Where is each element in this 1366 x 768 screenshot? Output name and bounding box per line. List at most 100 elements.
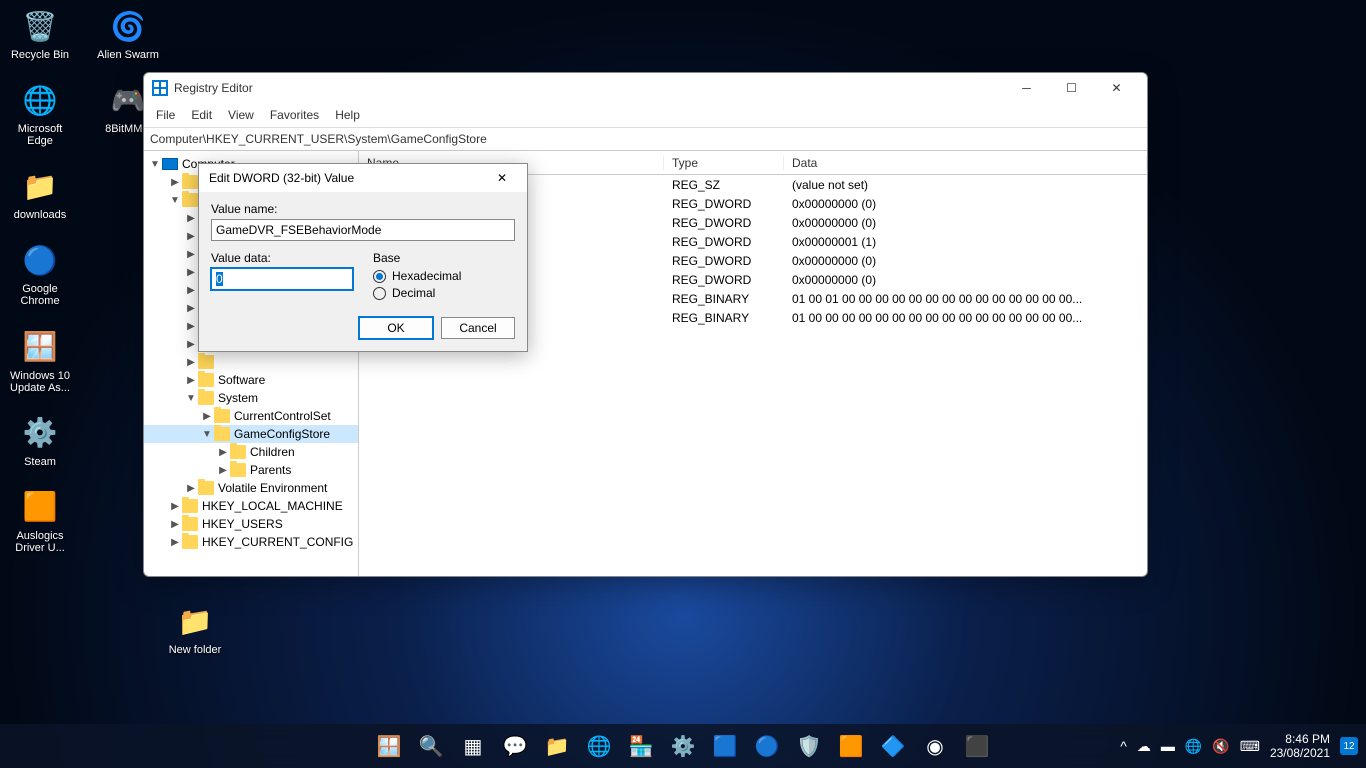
onedrive-icon[interactable]: ☁ bbox=[1137, 738, 1151, 755]
dialog-titlebar[interactable]: Edit DWORD (32-bit) Value ✕ bbox=[199, 164, 527, 192]
word-button[interactable]: 🟦 bbox=[706, 727, 744, 765]
menu-favorites[interactable]: Favorites bbox=[264, 106, 325, 124]
radio-decimal[interactable]: Decimal bbox=[373, 286, 515, 300]
tree-item[interactable]: ▼ System bbox=[144, 389, 358, 407]
clock[interactable]: 8:46 PM 23/08/2021 bbox=[1270, 732, 1330, 761]
tree-item[interactable]: ▼GameConfigStore bbox=[144, 425, 358, 443]
notification-badge[interactable]: 12 bbox=[1340, 737, 1358, 755]
desktop-icon-chrome[interactable]: 🔵Google Chrome bbox=[5, 239, 75, 307]
chat-button[interactable]: 💬 bbox=[496, 727, 534, 765]
maximize-button[interactable]: ☐ bbox=[1049, 73, 1094, 103]
chevron-icon[interactable]: ▶ bbox=[184, 231, 198, 242]
chevron-icon[interactable]: ▶ bbox=[184, 213, 198, 224]
chevron-icon[interactable]: ▶ bbox=[184, 285, 198, 296]
chevron-icon[interactable]: ▶ bbox=[184, 303, 198, 314]
folder-icon bbox=[182, 535, 198, 549]
cell-type: REG_DWORD bbox=[664, 197, 784, 211]
menu-help[interactable]: Help bbox=[329, 106, 366, 124]
input-icon[interactable]: ⌨ bbox=[1240, 738, 1260, 755]
desktop-icon-downloads[interactable]: 📁downloads bbox=[5, 165, 75, 221]
chevron-icon[interactable]: ▶ bbox=[216, 447, 230, 458]
desktop-icon-new-folder[interactable]: 📁New folder bbox=[160, 600, 230, 656]
app-button-2[interactable]: 🔷 bbox=[874, 727, 912, 765]
menu-edit[interactable]: Edit bbox=[185, 106, 218, 124]
chevron-icon[interactable]: ▶ bbox=[168, 501, 182, 512]
chevron-icon[interactable]: ▼ bbox=[184, 393, 198, 404]
ok-button[interactable]: OK bbox=[359, 317, 433, 339]
close-button[interactable]: ✕ bbox=[1094, 73, 1139, 103]
chevron-icon[interactable]: ▶ bbox=[216, 465, 230, 476]
cell-type: REG_BINARY bbox=[664, 292, 784, 306]
chevron-icon[interactable]: ▶ bbox=[184, 375, 198, 386]
network-icon[interactable]: 🌐 bbox=[1185, 738, 1202, 755]
desktop-icon-recycle-bin[interactable]: 🗑️Recycle Bin bbox=[5, 5, 75, 61]
chevron-icon[interactable]: ▶ bbox=[184, 249, 198, 260]
file-explorer-button[interactable]: 📁 bbox=[538, 727, 576, 765]
desktop-icon-win10-update[interactable]: 🪟Windows 10 Update As... bbox=[5, 326, 75, 394]
tree-item[interactable]: ▶CurrentControlSet bbox=[144, 407, 358, 425]
col-type[interactable]: Type bbox=[664, 156, 784, 170]
start-button[interactable]: 🪟 bbox=[370, 727, 408, 765]
tree-item[interactable]: ▶HKEY_CURRENT_CONFIG bbox=[144, 533, 358, 551]
tree-label: Software bbox=[218, 373, 265, 387]
tray-chevron-icon[interactable]: ^ bbox=[1120, 738, 1127, 754]
chevron-icon[interactable]: ▼ bbox=[168, 195, 182, 206]
desktop-icon-auslogics[interactable]: 🟧Auslogics Driver U... bbox=[5, 486, 75, 554]
chevron-icon[interactable]: ▶ bbox=[184, 483, 198, 494]
address-bar[interactable]: Computer\HKEY_CURRENT_USER\System\GameCo… bbox=[144, 127, 1147, 151]
tree-item[interactable]: ▶Children bbox=[144, 443, 358, 461]
tree-label: Parents bbox=[250, 463, 291, 477]
tree-item[interactable]: ▶HKEY_USERS bbox=[144, 515, 358, 533]
dialog-close-button[interactable]: ✕ bbox=[487, 164, 517, 192]
folder-icon bbox=[214, 427, 230, 441]
settings-button[interactable]: ⚙️ bbox=[664, 727, 702, 765]
task-view-button[interactable]: ▦ bbox=[454, 727, 492, 765]
volume-icon[interactable]: 🔇 bbox=[1212, 738, 1229, 755]
tree-item[interactable]: ▶ bbox=[144, 353, 358, 371]
titlebar[interactable]: Registry Editor ─ ☐ ✕ bbox=[144, 73, 1147, 103]
chevron-icon[interactable]: ▶ bbox=[184, 321, 198, 332]
chevron-icon[interactable]: ▶ bbox=[168, 519, 182, 530]
menu-file[interactable]: File bbox=[150, 106, 181, 124]
desktop-icon-steam[interactable]: ⚙️Steam bbox=[5, 412, 75, 468]
cancel-button[interactable]: Cancel bbox=[441, 317, 515, 339]
value-data-input[interactable] bbox=[211, 268, 353, 290]
folder-icon bbox=[182, 499, 198, 513]
regedit-button[interactable]: ⬛ bbox=[958, 727, 996, 765]
chevron-icon[interactable]: ▶ bbox=[184, 339, 198, 350]
tree-label: System bbox=[218, 391, 258, 405]
tree-item[interactable]: ▶Volatile Environment bbox=[144, 479, 358, 497]
col-data[interactable]: Data bbox=[784, 156, 1147, 170]
desktop-icon-alien-swarm[interactable]: 🌀Alien Swarm bbox=[93, 5, 163, 61]
steam-button[interactable]: ◉ bbox=[916, 727, 954, 765]
chrome-button[interactable]: 🔵 bbox=[748, 727, 786, 765]
battery-icon[interactable]: ▬ bbox=[1161, 738, 1175, 754]
cell-type: REG_DWORD bbox=[664, 216, 784, 230]
minimize-button[interactable]: ─ bbox=[1004, 73, 1049, 103]
menu-view[interactable]: View bbox=[222, 106, 260, 124]
desktop-icon-edge[interactable]: 🌐Microsoft Edge bbox=[5, 79, 75, 147]
value-name-input[interactable] bbox=[211, 219, 515, 241]
cell-data: 01 00 00 00 00 00 00 00 00 00 00 00 00 0… bbox=[784, 311, 1147, 325]
chevron-icon[interactable]: ▼ bbox=[200, 429, 214, 440]
radio-hexadecimal[interactable]: Hexadecimal bbox=[373, 269, 515, 283]
tree-item[interactable]: ▶HKEY_LOCAL_MACHINE bbox=[144, 497, 358, 515]
store-button[interactable]: 🏪 bbox=[622, 727, 660, 765]
chevron-icon[interactable]: ▶ bbox=[168, 537, 182, 548]
chevron-down-icon[interactable]: ▼ bbox=[148, 159, 162, 170]
chevron-icon[interactable]: ▶ bbox=[184, 267, 198, 278]
cell-type: REG_DWORD bbox=[664, 235, 784, 249]
chevron-icon[interactable]: ▶ bbox=[200, 411, 214, 422]
edge-button[interactable]: 🌐 bbox=[580, 727, 618, 765]
chevron-icon[interactable]: ▶ bbox=[184, 357, 198, 368]
security-button[interactable]: 🛡️ bbox=[790, 727, 828, 765]
chevron-icon[interactable]: ▶ bbox=[168, 177, 182, 188]
cell-data: 0x00000000 (0) bbox=[784, 273, 1147, 287]
search-button[interactable]: 🔍 bbox=[412, 727, 450, 765]
folder-icon bbox=[230, 445, 246, 459]
tree-item[interactable]: ▶ Parents bbox=[144, 461, 358, 479]
tree-item[interactable]: ▶ Software bbox=[144, 371, 358, 389]
taskbar-center: 🪟 🔍 ▦ 💬 📁 🌐 🏪 ⚙️ 🟦 🔵 🛡️ 🟧 🔷 ◉ ⬛ bbox=[370, 727, 996, 765]
cell-type: REG_DWORD bbox=[664, 254, 784, 268]
app-button-1[interactable]: 🟧 bbox=[832, 727, 870, 765]
